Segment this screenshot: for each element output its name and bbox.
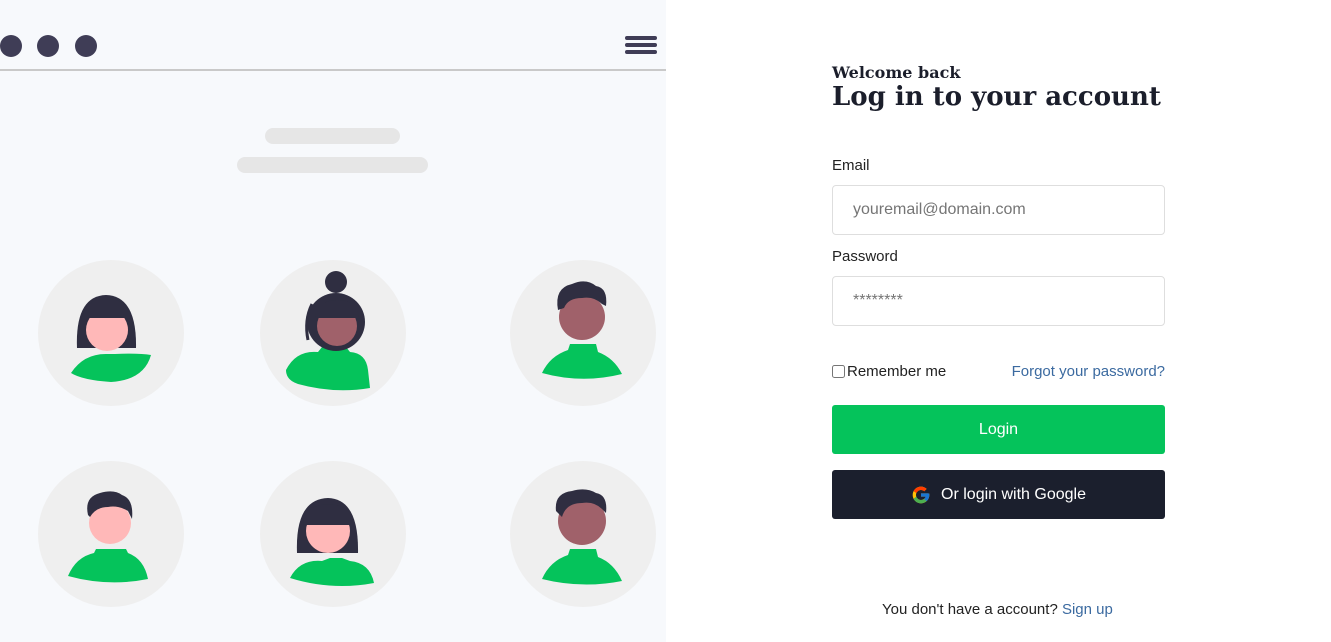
- password-label: Password: [832, 248, 898, 265]
- avatar-man-dark-2: [510, 461, 656, 607]
- placeholder-bar: [237, 157, 428, 173]
- window-dot-icon: [75, 35, 97, 57]
- avatar-woman-bun-dark: [260, 260, 406, 406]
- illustration-panel: [0, 0, 666, 642]
- avatar-man-dark: [510, 260, 656, 406]
- window-divider: [0, 69, 666, 71]
- remember-me: Remember me: [832, 363, 946, 380]
- email-label: Email: [832, 157, 870, 174]
- signup-link[interactable]: Sign up: [1062, 601, 1113, 618]
- google-button-label: Or login with Google: [941, 485, 1086, 503]
- google-icon: [912, 486, 930, 503]
- remember-me-checkbox[interactable]: [832, 365, 845, 378]
- placeholder-bar: [265, 128, 400, 144]
- avatar-man-light: [38, 461, 184, 607]
- page-title: Log in to your account: [832, 82, 1161, 112]
- remember-me-label: Remember me: [847, 363, 947, 380]
- login-button[interactable]: Login: [832, 405, 1165, 454]
- email-field[interactable]: [832, 185, 1165, 235]
- window-dot-icon: [0, 35, 22, 57]
- signup-prompt: You don't have a account? Sign up: [882, 601, 1113, 618]
- avatar-woman-bangs-light: [260, 461, 406, 607]
- login-button-label: Login: [978, 420, 1019, 438]
- window-dot-icon: [37, 35, 59, 57]
- welcome-text: Welcome back: [832, 63, 961, 82]
- signup-text: You don't have a account?: [882, 601, 1058, 618]
- forgot-password-link[interactable]: Forgot your password?: [1012, 363, 1165, 380]
- google-login-button[interactable]: Or login with Google: [832, 470, 1165, 519]
- avatar-woman-bob-light: [38, 260, 184, 406]
- password-field[interactable]: [832, 276, 1165, 326]
- hamburger-menu-icon: [625, 36, 657, 58]
